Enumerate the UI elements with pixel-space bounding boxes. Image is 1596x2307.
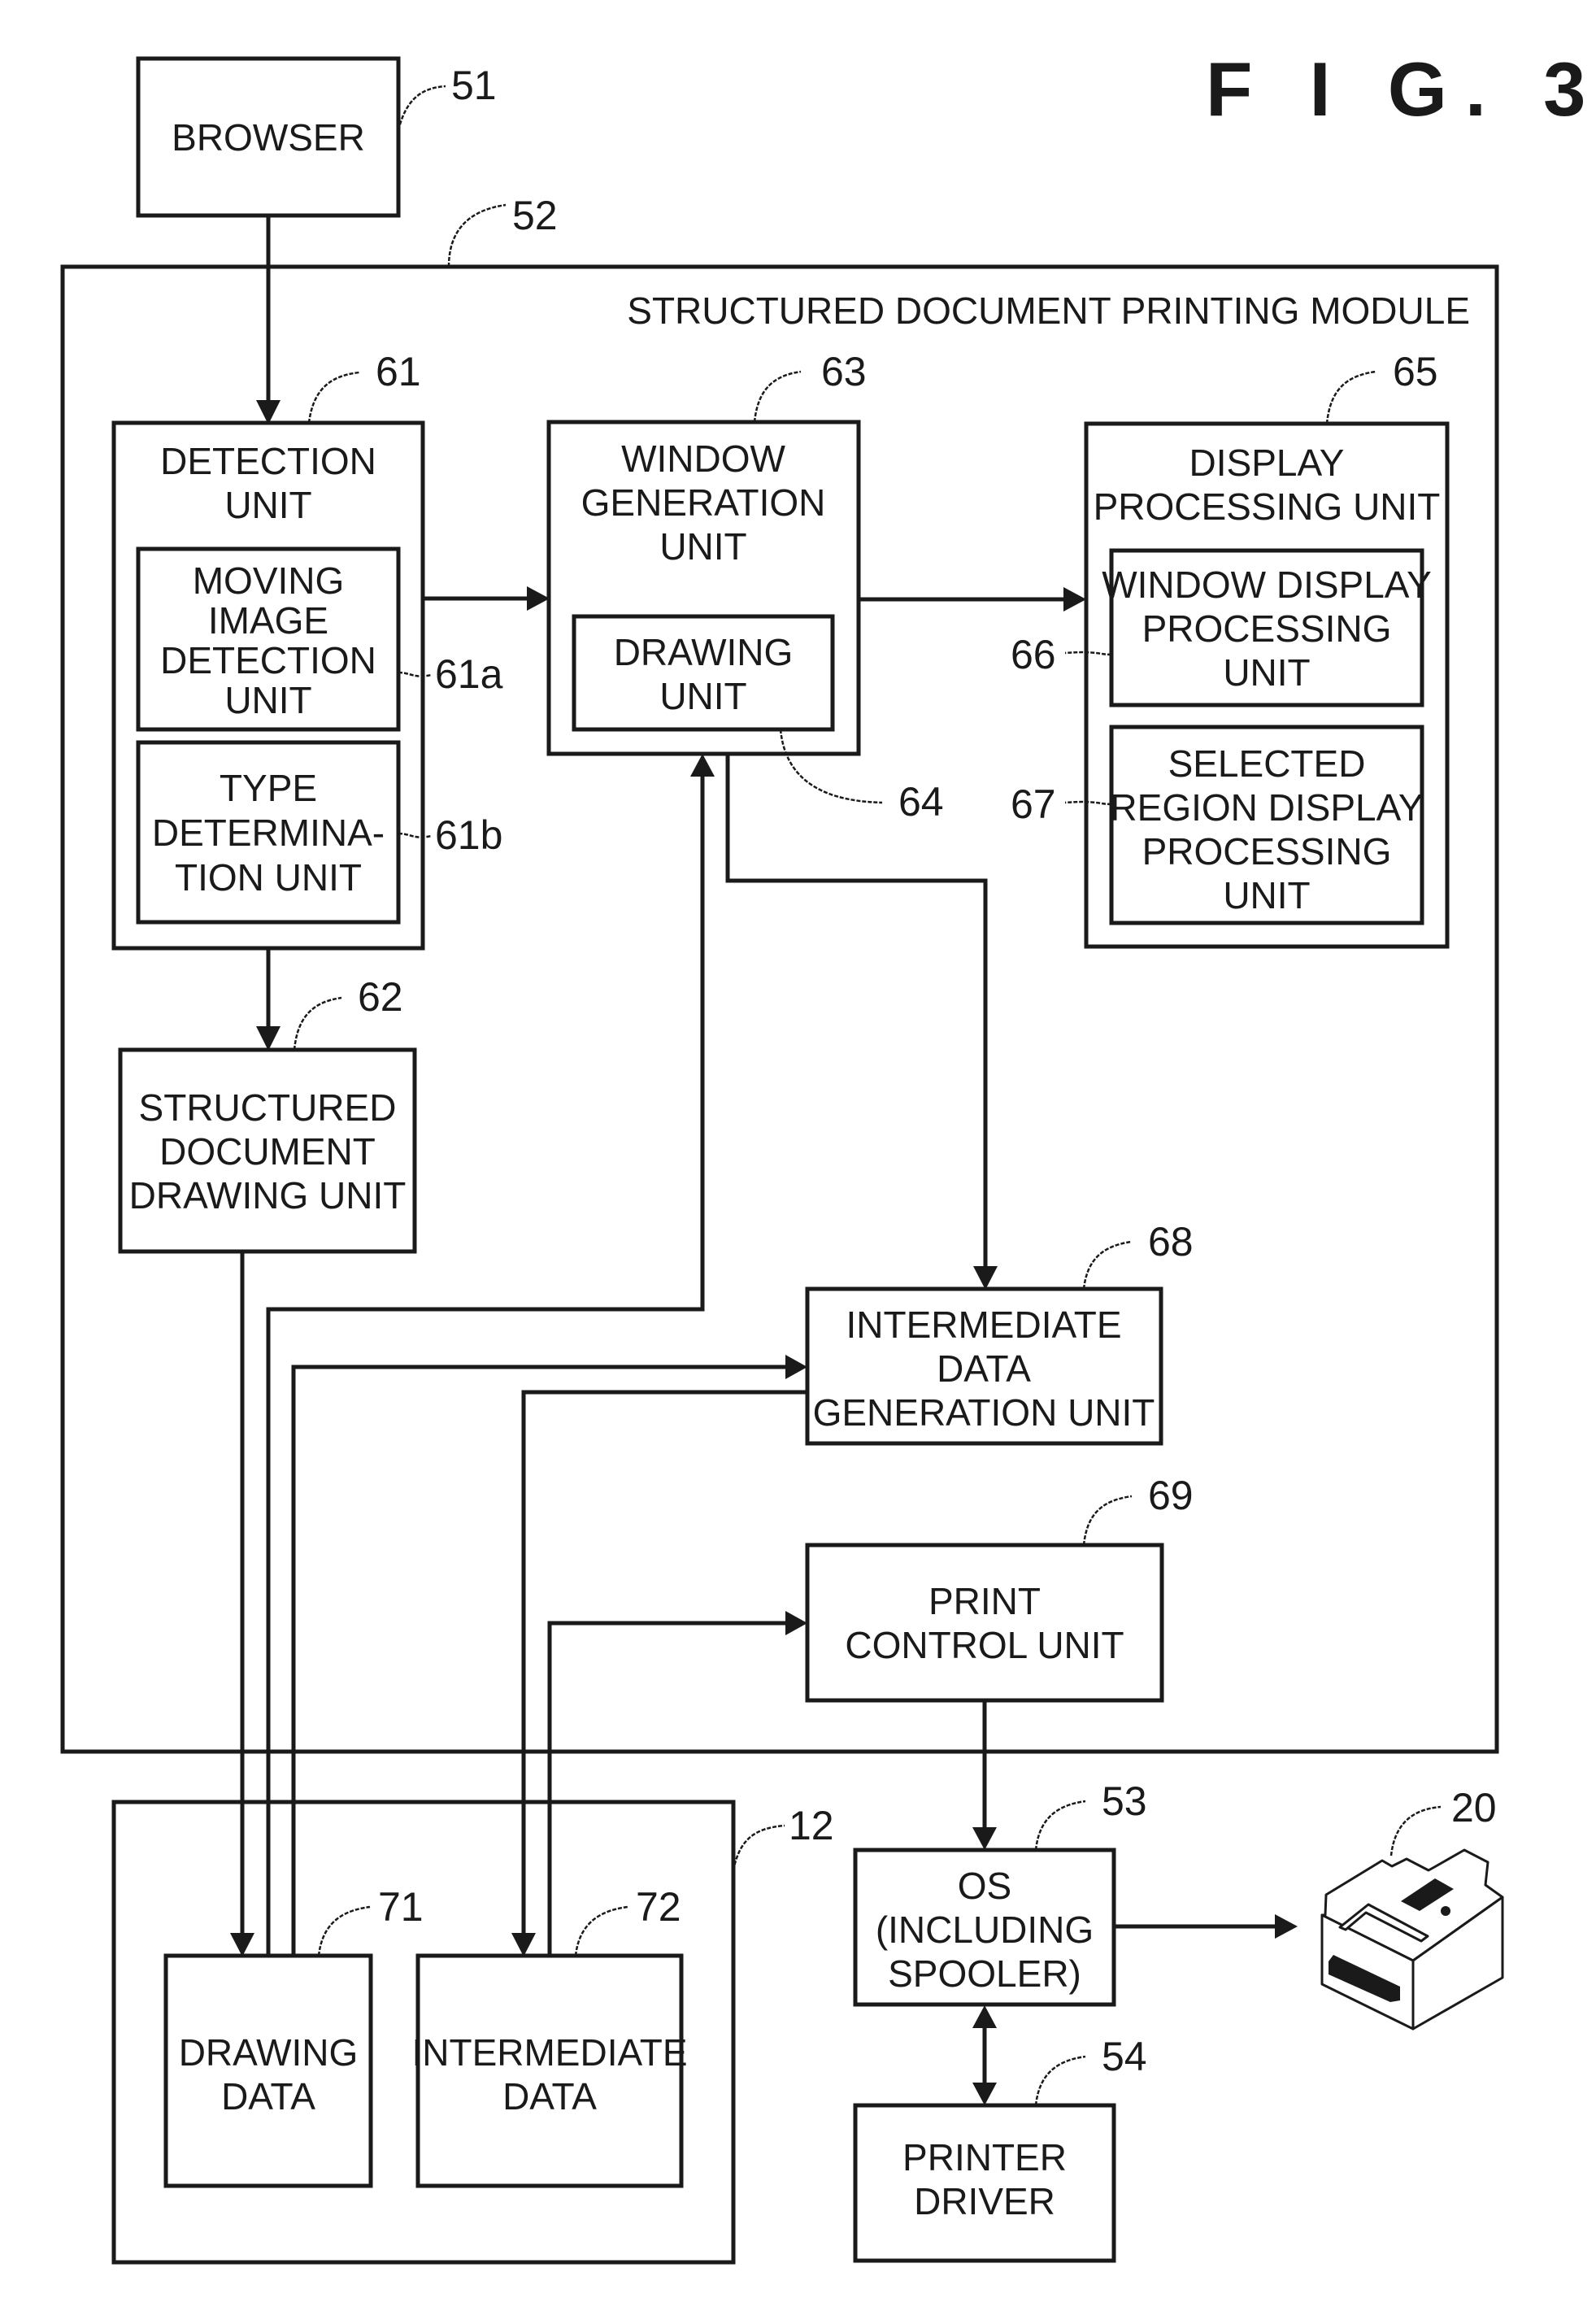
driver-label-1: PRINTER [902, 2136, 1067, 2179]
window-display-label-3: UNIT [1223, 651, 1310, 694]
leader-12 [732, 1824, 785, 1871]
intermediate-data-label-1: INTERMEDIATE [411, 2031, 687, 2074]
arrowhead [972, 1827, 997, 1850]
window-display-label-2: PROCESSING [1142, 607, 1392, 650]
moving-image-label-3: DETECTION [160, 639, 376, 681]
intgen-label-3: GENERATION UNIT [813, 1391, 1155, 1434]
box-printer-driver: PRINTER DRIVER 54 [853, 2034, 1147, 2263]
os-label-2: (INCLUDING [876, 1909, 1094, 1951]
drawing-data-label-1: DRAWING [179, 2031, 359, 2074]
printer-icon: 20 [1320, 1785, 1504, 2031]
leader-54 [1034, 2055, 1086, 2106]
window-gen-label-2: GENERATION [581, 481, 826, 524]
print-label-1: PRINT [928, 1580, 1041, 1622]
ref-68: 68 [1148, 1219, 1194, 1264]
type-label-1: TYPE [220, 767, 317, 809]
ref-64: 64 [898, 779, 944, 825]
browser-label: BROWSER [172, 116, 365, 159]
moving-image-label-2: IMAGE [208, 599, 328, 642]
sd-drawing-label-2: DOCUMENT [159, 1130, 376, 1173]
ref-61b: 61b [435, 812, 502, 858]
ref-62: 62 [358, 974, 403, 1020]
drawing-unit-label-2: UNIT [659, 675, 746, 717]
ref-63: 63 [821, 349, 867, 394]
ref-67: 67 [1011, 781, 1056, 827]
box-browser: BROWSER 51 [136, 56, 497, 218]
intgen-label-2: DATA [937, 1347, 1031, 1390]
selected-region-label-2: REGION DISPLAY [1110, 786, 1423, 829]
intermediate-data-label-2: DATA [502, 2075, 597, 2118]
ref-66: 66 [1011, 632, 1056, 677]
sd-drawing-label-1: STRUCTURED [139, 1086, 397, 1129]
drawing-unit-label-1: DRAWING [614, 631, 794, 673]
window-gen-label-3: UNIT [659, 525, 746, 568]
leader-53 [1034, 1800, 1086, 1851]
intgen-label-1: INTERMEDIATE [846, 1304, 1121, 1346]
display-label-2: PROCESSING UNIT [1094, 485, 1441, 528]
arrowhead [972, 2005, 997, 2028]
leader-52 [447, 203, 507, 268]
moving-image-label-4: UNIT [224, 679, 311, 721]
detection-label-2: UNIT [224, 484, 311, 526]
leader-51 [397, 85, 446, 131]
ref-54: 54 [1102, 2034, 1147, 2079]
selected-region-label-1: SELECTED [1168, 742, 1366, 785]
box-os: OS (INCLUDING SPOOLER) 53 [853, 1778, 1147, 2007]
ref-72: 72 [636, 1884, 681, 1930]
sd-drawing-label-3: DRAWING UNIT [129, 1174, 407, 1217]
window-display-label-1: WINDOW DISPLAY [1102, 564, 1432, 606]
print-control-frame [805, 1543, 1164, 1703]
moving-image-label-1: MOVING [193, 559, 345, 602]
ref-20: 20 [1451, 1785, 1497, 1830]
ref-53: 53 [1102, 1778, 1147, 1824]
arrowhead [1275, 1914, 1298, 1939]
detection-label-1: DETECTION [160, 440, 376, 482]
os-label-3: SPOOLER) [888, 1952, 1081, 1995]
os-label-1: OS [958, 1865, 1011, 1907]
ref-69: 69 [1148, 1473, 1194, 1518]
leader-20 [1389, 1805, 1442, 1856]
selected-region-label-4: UNIT [1223, 874, 1310, 916]
module-title: STRUCTURED DOCUMENT PRINTING MODULE [627, 289, 1470, 332]
window-gen-label-1: WINDOW [621, 437, 785, 480]
selected-region-label-3: PROCESSING [1142, 830, 1392, 873]
driver-label-2: DRIVER [914, 2180, 1055, 2222]
ref-52: 52 [512, 193, 558, 238]
ref-61: 61 [376, 349, 421, 394]
drawing-data-label-2: DATA [221, 2075, 315, 2118]
display-label-1: DISPLAY [1189, 442, 1345, 484]
ref-61a: 61a [435, 651, 503, 697]
type-label-3: TION UNIT [175, 856, 362, 899]
ref-71: 71 [378, 1884, 424, 1930]
arrowhead [972, 2083, 997, 2105]
figure-title: F I G. 3 [1206, 46, 1596, 132]
block-diagram: F I G. 3 STRUCTURED DOCUMENT PRINTING MO… [60, 46, 1596, 2265]
ref-12: 12 [789, 1803, 834, 1848]
print-label-2: CONTROL UNIT [845, 1624, 1124, 1666]
ref-65: 65 [1393, 349, 1438, 394]
ref-51: 51 [451, 63, 497, 108]
type-label-2: DETERMINA- [152, 812, 385, 854]
